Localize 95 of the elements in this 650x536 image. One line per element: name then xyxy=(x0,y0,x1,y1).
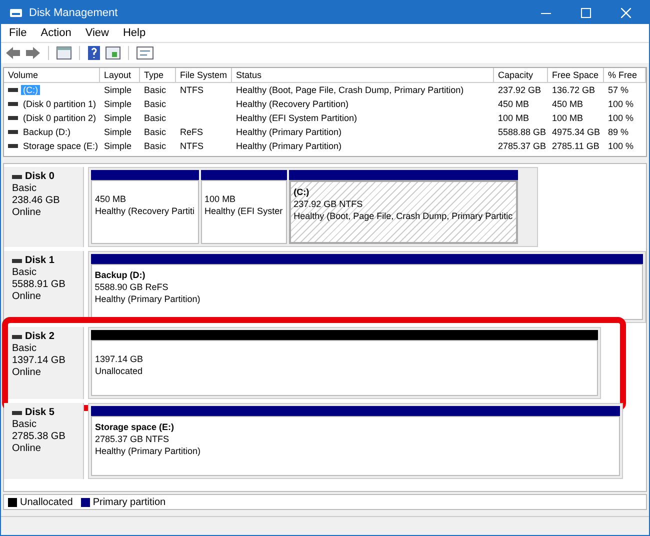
table-cell: Simple xyxy=(104,141,132,151)
table-cell: 4975.34 GB xyxy=(552,127,600,137)
table-cell: 237.92 GB xyxy=(498,85,542,95)
table-cell: Basic xyxy=(144,141,166,151)
column-header[interactable]: Type xyxy=(140,68,176,82)
forward-arrow-icon[interactable] xyxy=(25,46,41,60)
back-arrow-icon[interactable] xyxy=(5,46,21,60)
disk-state: Online xyxy=(12,367,42,379)
menu-item[interactable]: Action xyxy=(40,27,72,39)
panel-icon[interactable] xyxy=(56,46,72,60)
partition-status: Healthy (Recovery Partiti xyxy=(95,205,195,217)
disk-size: 1397.14 GB xyxy=(12,355,66,367)
legend-label: Primary partition xyxy=(92,496,166,508)
table-cell: ReFS xyxy=(180,127,204,137)
column-header[interactable]: Capacity xyxy=(494,68,548,82)
column-header[interactable]: Free Space xyxy=(548,68,604,82)
disk-size: 238.46 GB xyxy=(12,195,61,207)
table-cell: 450 MB xyxy=(552,99,584,109)
disk-size: 5588.91 GB xyxy=(12,279,66,291)
disk-type: Basic xyxy=(12,183,38,195)
partition-name: Backup (D:) xyxy=(94,269,146,281)
table-cell: Healthy (Primary Partition) xyxy=(236,141,342,151)
disk-type: Basic xyxy=(12,419,38,431)
maximize-icon[interactable] xyxy=(581,8,591,18)
disk-type: Basic xyxy=(12,343,38,355)
disk-size: 2785.38 GB xyxy=(12,431,66,443)
table-cell: Basic xyxy=(144,113,166,123)
table-cell: 100 MB xyxy=(552,113,584,123)
table-cell: Basic xyxy=(144,85,166,95)
column-header[interactable]: Status xyxy=(232,68,494,82)
drive-icon xyxy=(12,335,22,339)
close-icon[interactable] xyxy=(621,8,631,18)
disk-state: Online xyxy=(12,443,42,455)
drive-letter[interactable]: (Disk 0 partition 1) xyxy=(21,99,98,109)
window-title: Disk Management xyxy=(29,6,119,18)
drive-letter[interactable]: Storage space (E:) xyxy=(20,141,100,151)
partition-size: 5588.90 GB ReFS xyxy=(94,281,170,293)
table-cell: Simple xyxy=(104,127,132,137)
table-cell: 450 MB xyxy=(498,99,530,109)
partition-size: 2785.37 GB NTFS xyxy=(95,433,170,445)
column-header[interactable]: Volume xyxy=(4,68,100,82)
table-cell: 2785.37 GB xyxy=(498,141,546,151)
partition-size: 100 MB xyxy=(204,193,237,205)
partition-size: 237.92 GB NTFS xyxy=(294,198,364,210)
disk-type: Basic xyxy=(12,267,38,279)
table-cell: 136.72 GB xyxy=(552,85,596,95)
disk-name: Disk 5 xyxy=(25,407,54,419)
disk-name: Disk 1 xyxy=(25,255,54,267)
disk-name: Disk 2 xyxy=(25,331,54,343)
table-cell: 5588.88 GB xyxy=(498,127,546,137)
partition-size: 1397.14 GB xyxy=(95,353,144,365)
window-icon[interactable] xyxy=(105,46,121,60)
table-cell: 2785.11 GB xyxy=(552,141,600,151)
table-cell: Healthy (Recovery Partition) xyxy=(236,99,349,109)
disk-state: Online xyxy=(12,207,42,219)
partition-name: Storage space (E:) xyxy=(95,421,176,433)
table-cell: Healthy (Primary Partition) xyxy=(236,127,342,137)
menu-item[interactable]: Help xyxy=(122,27,146,39)
table-cell: 100 % xyxy=(608,113,634,123)
legend-label: Unallocated xyxy=(20,496,73,508)
properties-icon[interactable] xyxy=(136,46,154,60)
disk-state: Online xyxy=(12,291,42,303)
drive-letter[interactable]: (Disk 0 partition 2) xyxy=(21,113,98,123)
partition-status: Healthy (EFI Syster xyxy=(204,205,283,217)
table-cell: 100 % xyxy=(608,141,634,151)
column-header[interactable]: Layout xyxy=(100,68,140,82)
drive-icon xyxy=(12,175,22,179)
table-cell: Simple xyxy=(104,85,132,95)
table-cell: Simple xyxy=(104,99,132,109)
table-cell: Healthy (Boot, Page File, Crash Dump, Primary Partition) xyxy=(236,85,464,95)
menu-item[interactable]: View xyxy=(85,27,109,39)
drive-icon xyxy=(12,411,22,415)
table-cell: NTFS xyxy=(180,85,204,95)
table-cell: Simple xyxy=(104,113,132,123)
partition-name: (C:) xyxy=(294,186,310,198)
drive-icon xyxy=(12,259,22,263)
partition-status: Healthy (Primary Partition) xyxy=(94,293,202,305)
table-cell: 89 % xyxy=(608,127,629,137)
partition-status: Unallocated xyxy=(95,365,144,377)
table-cell: Healthy (EFI System Partition) xyxy=(236,113,358,123)
table-cell: 100 MB xyxy=(498,113,530,123)
table-cell: Basic xyxy=(144,99,166,109)
column-header[interactable]: File System xyxy=(176,68,232,82)
column-header[interactable]: % Free xyxy=(604,68,646,82)
table-cell: 100 % xyxy=(608,99,634,109)
table-cell: NTFS xyxy=(180,141,204,151)
menu-item[interactable]: File xyxy=(9,27,27,39)
partition-status: Healthy (Boot, Page File, Crash Dump, Primary Partitic xyxy=(294,210,513,222)
partition-status: Healthy (Primary Partition) xyxy=(95,445,202,457)
help-icon[interactable] xyxy=(87,45,101,61)
drive-letter[interactable]: Backup (D:) xyxy=(21,127,73,137)
partition-size: 450 MB xyxy=(95,193,128,205)
table-cell: 57 % xyxy=(608,85,629,95)
table-cell: Basic xyxy=(144,127,166,137)
disk-name: Disk 0 xyxy=(25,171,54,183)
